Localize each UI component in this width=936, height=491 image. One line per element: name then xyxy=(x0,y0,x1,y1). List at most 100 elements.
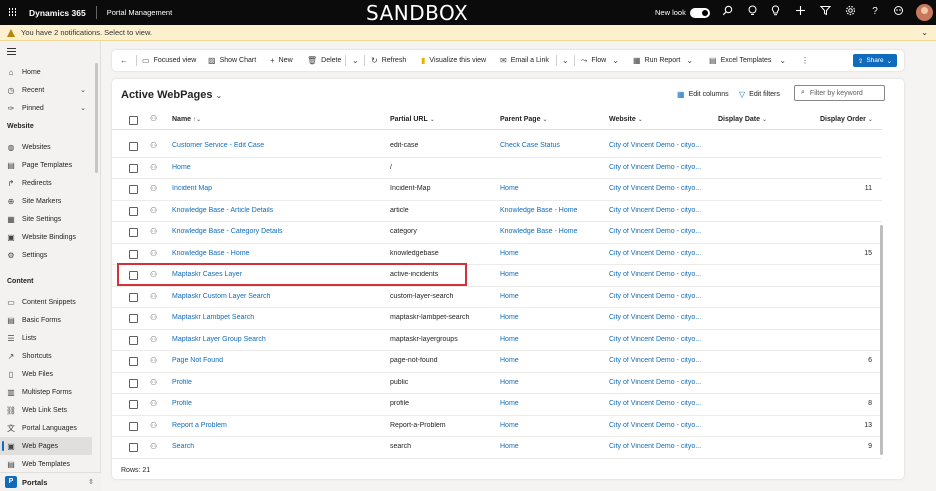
hierarchy-icon[interactable]: ⚇ xyxy=(150,442,157,451)
run-report-button[interactable]: ▦ Run Report ⌄ xyxy=(633,50,697,71)
chevron-down-icon[interactable]: ⌄ xyxy=(80,104,86,112)
cell-website[interactable]: City of Vincent Demo - cityo... xyxy=(609,250,709,257)
edit-columns-button[interactable]: ▦ Edit columns xyxy=(677,90,729,99)
table-row[interactable]: ⚇ Home / City of Vincent Demo - cityo... xyxy=(112,158,882,179)
row-checkbox[interactable] xyxy=(129,443,138,452)
cell-parent-page[interactable]: Home xyxy=(500,422,605,429)
help-icon[interactable]: ? xyxy=(868,5,882,19)
lightbulb-icon[interactable] xyxy=(768,5,782,19)
area-switcher[interactable]: P Portals ⇳ xyxy=(0,472,101,491)
cell-website[interactable]: City of Vincent Demo - cityo... xyxy=(609,336,709,343)
sidebar-item-basic-forms[interactable]: ▤ Basic Forms xyxy=(0,311,92,329)
table-row[interactable]: ⚇ Maptaskr Custom Layer Search custom-laye… xyxy=(112,287,882,308)
excel-templates-button[interactable]: ▤ Excel Templates ⌄ xyxy=(709,50,790,71)
table-row[interactable]: ⚇ Knowledge Base - Category Details catego… xyxy=(112,222,882,244)
cell-website[interactable]: City of Vincent Demo - cityo... xyxy=(609,379,709,386)
row-checkbox[interactable] xyxy=(129,249,138,259)
row-checkbox[interactable] xyxy=(129,163,138,173)
cell-name[interactable]: Page Not Found xyxy=(172,357,382,364)
table-row[interactable]: ⚇ Maptaskr Lambpet Search maptaskr-lambpet… xyxy=(112,308,882,330)
cell-website[interactable]: City of Vincent Demo - cityo... xyxy=(609,142,709,149)
column-header-name[interactable]: Name ↑⌄ xyxy=(172,116,201,123)
table-row[interactable]: ⚇ Profile public Home City of Vincent Demo -… xyxy=(112,373,882,394)
sidebar-scrollbar[interactable] xyxy=(95,63,98,173)
sidebar-item-settings[interactable]: ⚙ Settings xyxy=(0,246,92,264)
chevron-down-icon[interactable]: ⌄ xyxy=(80,86,86,94)
sidebar-item-redirects[interactable]: ↱ Redirects xyxy=(0,174,92,192)
sidebar-item-web-link-sets[interactable]: ⛓ Web Link Sets xyxy=(0,401,92,419)
cell-name[interactable]: Home xyxy=(172,164,382,171)
cell-name[interactable]: Report a Problem xyxy=(172,422,382,429)
cell-parent-page[interactable]: Home xyxy=(500,185,605,192)
sidebar-item-content-snippets[interactable]: ▭ Content Snippets xyxy=(0,293,92,311)
back-button[interactable]: ← xyxy=(120,50,132,71)
delete-dropdown[interactable]: ⌄ xyxy=(352,50,363,71)
filter-icon[interactable] xyxy=(818,5,832,19)
hierarchy-icon[interactable]: ⚇ xyxy=(150,421,157,430)
hierarchy-icon[interactable]: ⚇ xyxy=(150,141,157,150)
hierarchy-icon[interactable]: ⚇ xyxy=(150,184,157,193)
share-button[interactable]: ⇪ Share ⌄ xyxy=(853,54,897,67)
visualize-button[interactable]: ▮ Visualize this view xyxy=(421,50,486,71)
cell-parent-page[interactable]: Check Case Status xyxy=(500,142,605,149)
sidebar-item-site-settings[interactable]: ▦ Site Settings xyxy=(0,210,92,228)
grid-scrollbar[interactable] xyxy=(880,225,883,455)
table-row[interactable]: ⚇ Maptaskr Layer Group Search maptaskr-lay… xyxy=(112,330,882,351)
table-row[interactable]: ⚇ Profile profile Home City of Vincent Demo … xyxy=(112,394,882,416)
table-row[interactable]: ⚇ Page Not Found page-not-found Home City of… xyxy=(112,351,882,373)
table-row[interactable]: ⚇ Incident Map Incident-Map Home City of Vin… xyxy=(112,179,882,201)
app-name[interactable]: Portal Management xyxy=(97,8,172,17)
notification-bar[interactable]: You have 2 notifications. Select to view… xyxy=(0,25,936,41)
table-row[interactable]: ⚇ Knowledge Base - Home knowledgebase Home C… xyxy=(112,244,882,265)
view-selector[interactable]: Active WebPages ⌄ xyxy=(121,89,222,101)
sidebar-item-web-files[interactable]: ▯ Web Files xyxy=(0,365,92,383)
flow-button[interactable]: ⤳ Flow ⌄ xyxy=(581,50,623,71)
hierarchy-icon[interactable]: ⚇ xyxy=(150,399,157,408)
hierarchy-icon[interactable]: ⚇ xyxy=(150,114,157,123)
more-commands-button[interactable]: ⋮ xyxy=(801,50,813,71)
column-header-website[interactable]: Website ⌄ xyxy=(609,116,643,123)
cell-website[interactable]: City of Vincent Demo - cityo... xyxy=(609,422,709,429)
show-chart-button[interactable]: ▨ Show Chart xyxy=(208,50,256,71)
hierarchy-icon[interactable]: ⚇ xyxy=(150,227,157,236)
row-checkbox[interactable] xyxy=(129,314,138,323)
cell-name[interactable]: Profile xyxy=(172,379,382,386)
cell-parent-page[interactable]: Home xyxy=(500,400,605,407)
cell-name[interactable]: Incident Map xyxy=(172,185,382,192)
cell-name[interactable]: Customer Service - Edit Case xyxy=(172,142,382,149)
cell-website[interactable]: City of Vincent Demo - cityo... xyxy=(609,443,709,450)
column-header-parent-page[interactable]: Parent Page ⌄ xyxy=(500,116,548,123)
cell-website[interactable]: City of Vincent Demo - cityo... xyxy=(609,164,709,171)
sidebar-item-website-bindings[interactable]: ▣ Website Bindings xyxy=(0,228,92,246)
cell-parent-page[interactable]: Knowledge Base - Home xyxy=(500,228,605,235)
edit-filters-button[interactable]: ▽ Edit filters xyxy=(739,90,780,99)
chevron-updown-icon[interactable]: ⇳ xyxy=(88,478,94,486)
column-header-partial-url[interactable]: Partial URL ⌄ xyxy=(390,116,435,123)
new-look-toggle[interactable] xyxy=(690,8,710,18)
hierarchy-icon[interactable]: ⚇ xyxy=(150,356,157,365)
sidebar-item-site-markers[interactable]: ⊕ Site Markers xyxy=(0,192,92,210)
row-checkbox[interactable] xyxy=(129,335,138,345)
cell-website[interactable]: City of Vincent Demo - cityo... xyxy=(609,314,709,321)
column-header-display-date[interactable]: Display Date ⌄ xyxy=(718,116,767,123)
table-row[interactable]: ⚇ Report a Problem Report-a-Problem Home Cit… xyxy=(112,416,882,437)
delete-button[interactable]: 🗑︎ Delete xyxy=(307,50,341,71)
cell-website[interactable]: City of Vincent Demo - cityo... xyxy=(609,400,709,407)
sidebar-item-home[interactable]: ⌂ Home xyxy=(0,63,92,81)
sidebar-item-web-templates[interactable]: ▤ Web Templates xyxy=(0,455,92,473)
column-header-display-order[interactable]: Display Order ⌄ xyxy=(820,116,873,123)
cell-parent-page[interactable]: Home xyxy=(500,379,605,386)
sidebar-item-pinned[interactable]: ✑ Pinned ⌄ xyxy=(0,99,92,117)
sidebar-item-recent[interactable]: ◷ Recent ⌄ xyxy=(0,81,92,99)
row-checkbox[interactable] xyxy=(129,378,138,388)
cell-website[interactable]: City of Vincent Demo - cityo... xyxy=(609,357,709,364)
row-checkbox[interactable] xyxy=(129,185,138,194)
cell-website[interactable]: City of Vincent Demo - cityo... xyxy=(609,185,709,192)
cell-name[interactable]: Knowledge Base - Category Details xyxy=(172,228,382,235)
table-row[interactable]: ⚇ Knowledge Base - Article Details article… xyxy=(112,201,882,222)
search-icon[interactable] xyxy=(720,5,734,19)
new-button[interactable]: + New xyxy=(270,50,293,71)
sidebar-item-lists[interactable]: ☰ Lists xyxy=(0,329,92,347)
row-checkbox[interactable] xyxy=(129,228,138,237)
refresh-button[interactable]: ↻ Refresh xyxy=(371,50,406,71)
